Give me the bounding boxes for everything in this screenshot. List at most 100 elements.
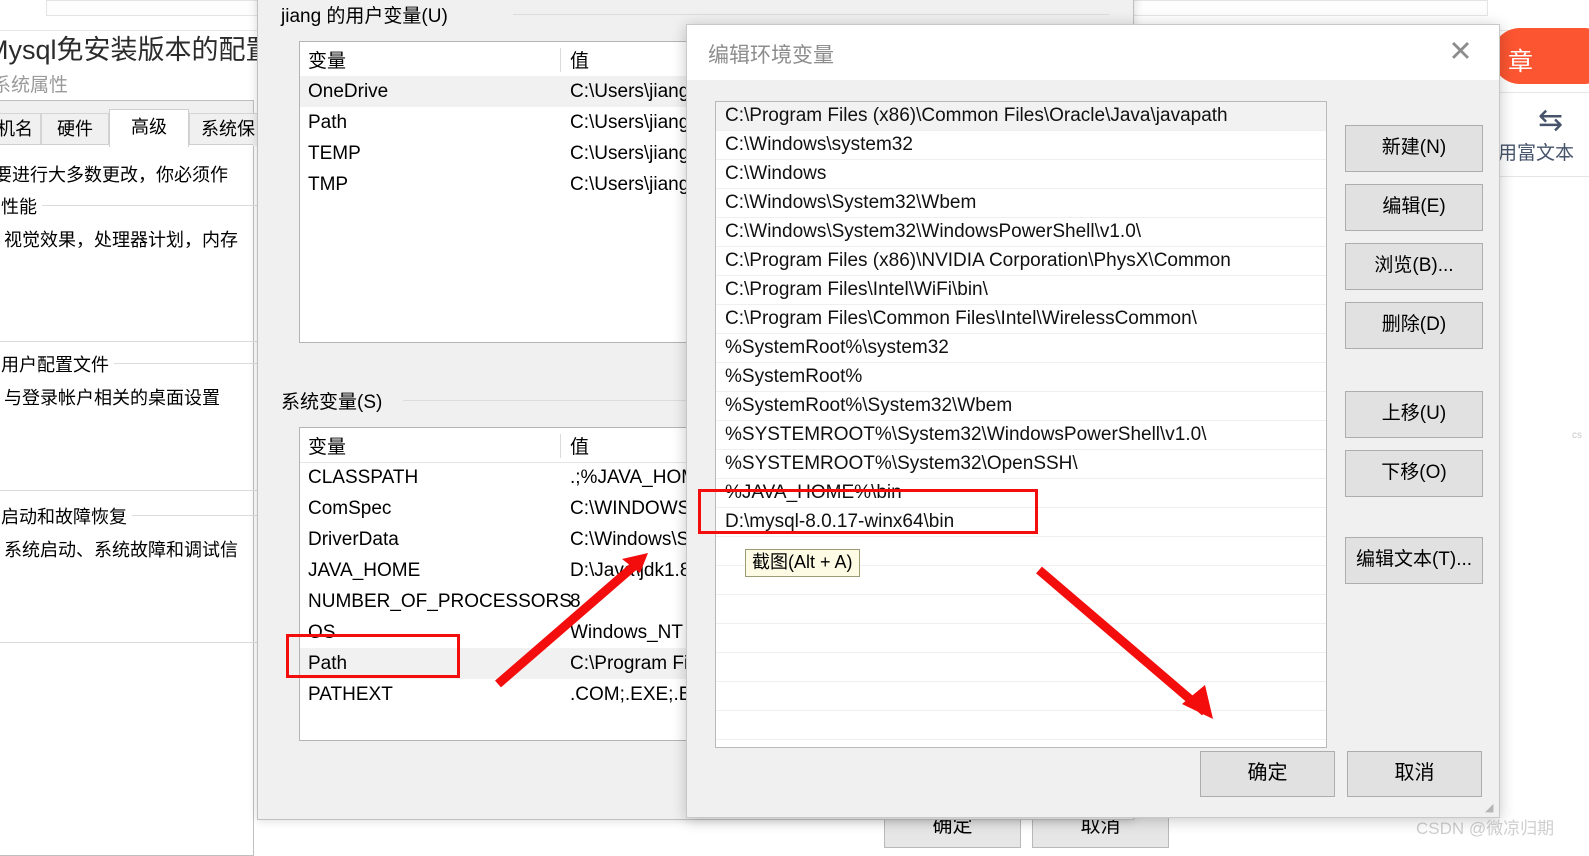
system-variable-value: 8 <box>570 591 581 612</box>
list-item[interactable]: %SYSTEMROOT%\System32\WindowsPowerShell\… <box>716 421 1326 450</box>
startup-recovery-group: 启动和故障恢复 系统启动、系统故障和调试信 <box>0 503 275 643</box>
system-variable-name: ComSpec <box>308 498 392 519</box>
user-variable-value: C:\Users\jiang\ <box>570 174 695 195</box>
list-item[interactable]: C:\Program Files\Intel\WiFi\bin\ <box>716 276 1326 305</box>
tab-4[interactable]: 系统保 <box>189 113 267 146</box>
user-col-variable: 变量 <box>308 51 347 72</box>
system-col-value: 值 <box>570 437 590 458</box>
list-item[interactable]: C:\Program Files\Common Files\Intel\Wire… <box>716 305 1326 334</box>
tab-label: 系统保 <box>201 119 255 139</box>
dialog-title: 编辑环境变量 <box>708 44 834 67</box>
path-entry-text: %SYSTEMROOT%\System32\WindowsPowerShell\… <box>725 424 1207 445</box>
path-action-button-4[interactable]: 删除(D) <box>1345 302 1483 349</box>
tab-3[interactable]: 高级 <box>109 109 189 147</box>
path-entry-text: %SystemRoot% <box>725 366 863 387</box>
path-entry-text: C:\Program Files\Common Files\Intel\Wire… <box>725 308 1197 329</box>
list-item[interactable] <box>716 595 1326 624</box>
path-entries-list[interactable]: C:\Program Files (x86)\Common Files\Orac… <box>715 101 1327 769</box>
system-variables-legend: 系统变量(S) <box>281 387 389 414</box>
path-entry-text: C:\Program Files\Intel\WiFi\bin\ <box>725 279 988 300</box>
list-item[interactable]: %SystemRoot%\System32\Wbem <box>716 392 1326 421</box>
user-profile-group: 用户配置文件 与登录帐户相关的桌面设置 <box>0 351 275 491</box>
path-entry-text: C:\Windows\System32\Wbem <box>725 192 977 213</box>
tab-2[interactable]: 硬件 <box>41 113 109 146</box>
list-item[interactable]: C:\Windows\System32\Wbem <box>716 189 1326 218</box>
list-item[interactable]: C:\Windows <box>716 160 1326 189</box>
list-item[interactable]: C:\Windows\System32\WindowsPowerShell\v1… <box>716 218 1326 247</box>
list-item[interactable]: C:\Program Files (x86)\Common Files\Orac… <box>716 102 1326 131</box>
user-variable-value: C:\Users\jiang\ <box>570 81 695 102</box>
performance-group-title: 性能 <box>0 193 42 219</box>
path-action-button-6[interactable]: 下移(O) <box>1345 450 1483 497</box>
article-title: Mysql免安装版本的配置 <box>0 35 273 65</box>
path-action-button-7[interactable]: 编辑文本(T)... <box>1345 537 1483 584</box>
system-col-variable: 变量 <box>308 437 347 458</box>
tab-label: 高级 <box>131 117 167 137</box>
tab-1[interactable]: 计算机名 <box>0 113 41 146</box>
path-action-button-5[interactable]: 上移(U) <box>1345 391 1483 438</box>
list-item[interactable] <box>716 653 1326 682</box>
write-article-button[interactable]: 章 <box>1492 28 1589 84</box>
article-subtitle: 系统属性 <box>0 75 69 96</box>
divider <box>1500 92 1589 93</box>
mysql-bin-highlight-box <box>698 489 1038 534</box>
system-variable-name: DriverData <box>308 529 399 550</box>
user-variables-legend: jiang 的用户变量(U) <box>281 1 454 28</box>
tab-label: 硬件 <box>57 119 93 139</box>
path-action-button-1[interactable]: 新建(N) <box>1345 125 1483 172</box>
path-entry-text: %SYSTEMROOT%\System32\OpenSSH\ <box>725 453 1078 474</box>
user-variable-name: TEMP <box>308 143 361 164</box>
dialog-cancel-button[interactable]: 取消 <box>1347 751 1482 797</box>
path-entry-text: C:\Program Files (x86)\Common Files\Orac… <box>725 105 1228 126</box>
user-profile-group-text: 与登录帐户相关的桌面设置 <box>4 388 220 408</box>
startup-recovery-group-text: 系统启动、系统故障和调试信 <box>4 540 238 560</box>
list-item[interactable]: C:\Windows\system32 <box>716 131 1326 160</box>
startup-recovery-group-title: 启动和故障恢复 <box>0 503 132 529</box>
system-variable-value: C:\Program Fil <box>570 653 693 674</box>
system-properties-body: 要进行大多数更改，你必须作 性能 视觉效果，处理器计划，内存 用户配置文件 与登… <box>0 145 275 855</box>
list-item[interactable]: %SystemRoot% <box>716 363 1326 392</box>
list-item[interactable] <box>716 624 1326 653</box>
path-action-button-3[interactable]: 浏览(B)... <box>1345 243 1483 290</box>
snip-tooltip: 截图(Alt + A) <box>745 549 860 577</box>
performance-group-text: 视觉效果，处理器计划，内存 <box>4 230 238 250</box>
write-article-label: 章 <box>1508 48 1534 76</box>
user-variable-value: C:\Users\jiang\ <box>570 143 695 164</box>
list-item[interactable] <box>716 711 1326 740</box>
path-entry-text: C:\Program Files (x86)\NVIDIA Corporatio… <box>725 250 1231 271</box>
tab-label: 计算机名 <box>0 119 33 139</box>
list-item[interactable]: %SYSTEMROOT%\System32\OpenSSH\ <box>716 450 1326 479</box>
system-variable-name: JAVA_HOME <box>308 560 421 581</box>
system-variable-value: Windows_NT <box>570 622 683 643</box>
path-entry-text: %SystemRoot%\System32\Wbem <box>725 395 1013 416</box>
advanced-note: 要进行大多数更改，你必须作 <box>0 165 228 185</box>
path-action-button-2[interactable]: 编辑(E) <box>1345 184 1483 231</box>
user-variable-name: Path <box>308 112 348 133</box>
path-entry-text: C:\Windows <box>725 163 827 184</box>
user-profile-group-title: 用户配置文件 <box>0 351 114 377</box>
system-properties-window: 计算机名 硬件 高级 系统保 要进行大多数更改，你必须作 性能 视觉效果，处理器计划，… <box>0 100 275 856</box>
system-properties-tabs: 计算机名 硬件 高级 系统保 <box>0 109 267 147</box>
close-icon[interactable]: ✕ <box>1437 30 1484 74</box>
resize-grip-icon[interactable]: ◢ <box>1485 801 1497 814</box>
list-item[interactable] <box>716 682 1326 711</box>
user-variable-name: OneDrive <box>308 81 389 102</box>
path-entry-text: C:\Windows\System32\WindowsPowerShell\v1… <box>725 221 1142 242</box>
system-variable-name: PATHEXT <box>308 684 393 705</box>
swap-editor-icon[interactable]: ⇆ <box>1538 104 1589 138</box>
dialog-ok-button[interactable]: 确定 <box>1200 751 1335 797</box>
user-col-value: 值 <box>570 51 590 72</box>
list-item[interactable]: C:\Program Files (x86)\NVIDIA Corporatio… <box>716 247 1326 276</box>
edit-environment-variable-dialog: 编辑环境变量 ✕ C:\Program Files (x86)\Common F… <box>686 24 1500 818</box>
side-rail-marker: cs <box>1572 430 1582 441</box>
user-variable-name: TMP <box>308 174 349 195</box>
system-variable-value: .;%JAVA_HOM <box>570 467 698 488</box>
csdn-watermark: CSDN @微凉归期 <box>1416 819 1555 838</box>
path-row-highlight-box <box>286 634 460 678</box>
list-item[interactable]: %SystemRoot%\system32 <box>716 334 1326 363</box>
system-variable-name: CLASSPATH <box>308 467 419 488</box>
performance-group: 性能 视觉效果，处理器计划，内存 <box>0 193 275 342</box>
system-variable-name: NUMBER_OF_PROCESSORS <box>308 591 572 612</box>
system-variable-value: C:\WINDOWS\ <box>570 498 696 519</box>
path-entry-text: C:\Windows\system32 <box>725 134 913 155</box>
